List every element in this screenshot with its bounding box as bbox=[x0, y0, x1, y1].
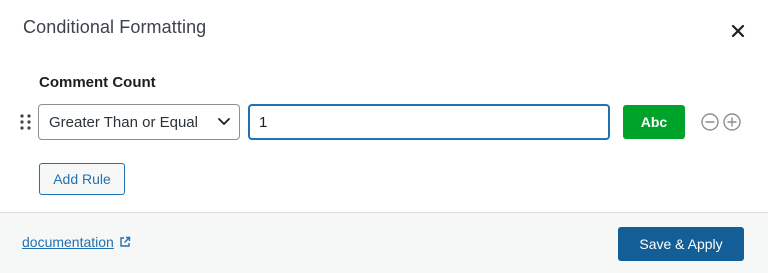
plus-circle-icon[interactable] bbox=[722, 112, 742, 132]
documentation-label: documentation bbox=[22, 234, 114, 250]
documentation-link[interactable]: documentation bbox=[22, 234, 131, 250]
minus-circle-icon[interactable] bbox=[700, 112, 720, 132]
drag-handle-icon[interactable] bbox=[19, 113, 33, 131]
save-apply-button[interactable]: Save & Apply bbox=[618, 227, 744, 261]
operator-select-value: Greater Than or Equal bbox=[49, 113, 198, 131]
operator-select[interactable]: Greater Than or Equal bbox=[38, 104, 240, 140]
add-rule-label: Add Rule bbox=[53, 171, 111, 187]
close-icon bbox=[731, 24, 745, 38]
save-apply-label: Save & Apply bbox=[639, 236, 723, 252]
add-rule-button[interactable]: Add Rule bbox=[39, 163, 125, 195]
dialog-title: Conditional Formatting bbox=[23, 17, 207, 37]
external-link-icon bbox=[120, 236, 131, 247]
style-picker-label: Abc bbox=[640, 114, 668, 130]
chevron-down-icon bbox=[218, 118, 230, 125]
field-label: Comment Count bbox=[39, 74, 156, 91]
value-input-text: 1 bbox=[259, 113, 268, 131]
conditional-formatting-dialog: Conditional Formatting Comment Count Gre… bbox=[0, 0, 768, 273]
style-picker-button[interactable]: Abc bbox=[623, 105, 685, 139]
value-input[interactable]: 1 bbox=[248, 104, 610, 140]
close-button[interactable] bbox=[726, 19, 750, 43]
